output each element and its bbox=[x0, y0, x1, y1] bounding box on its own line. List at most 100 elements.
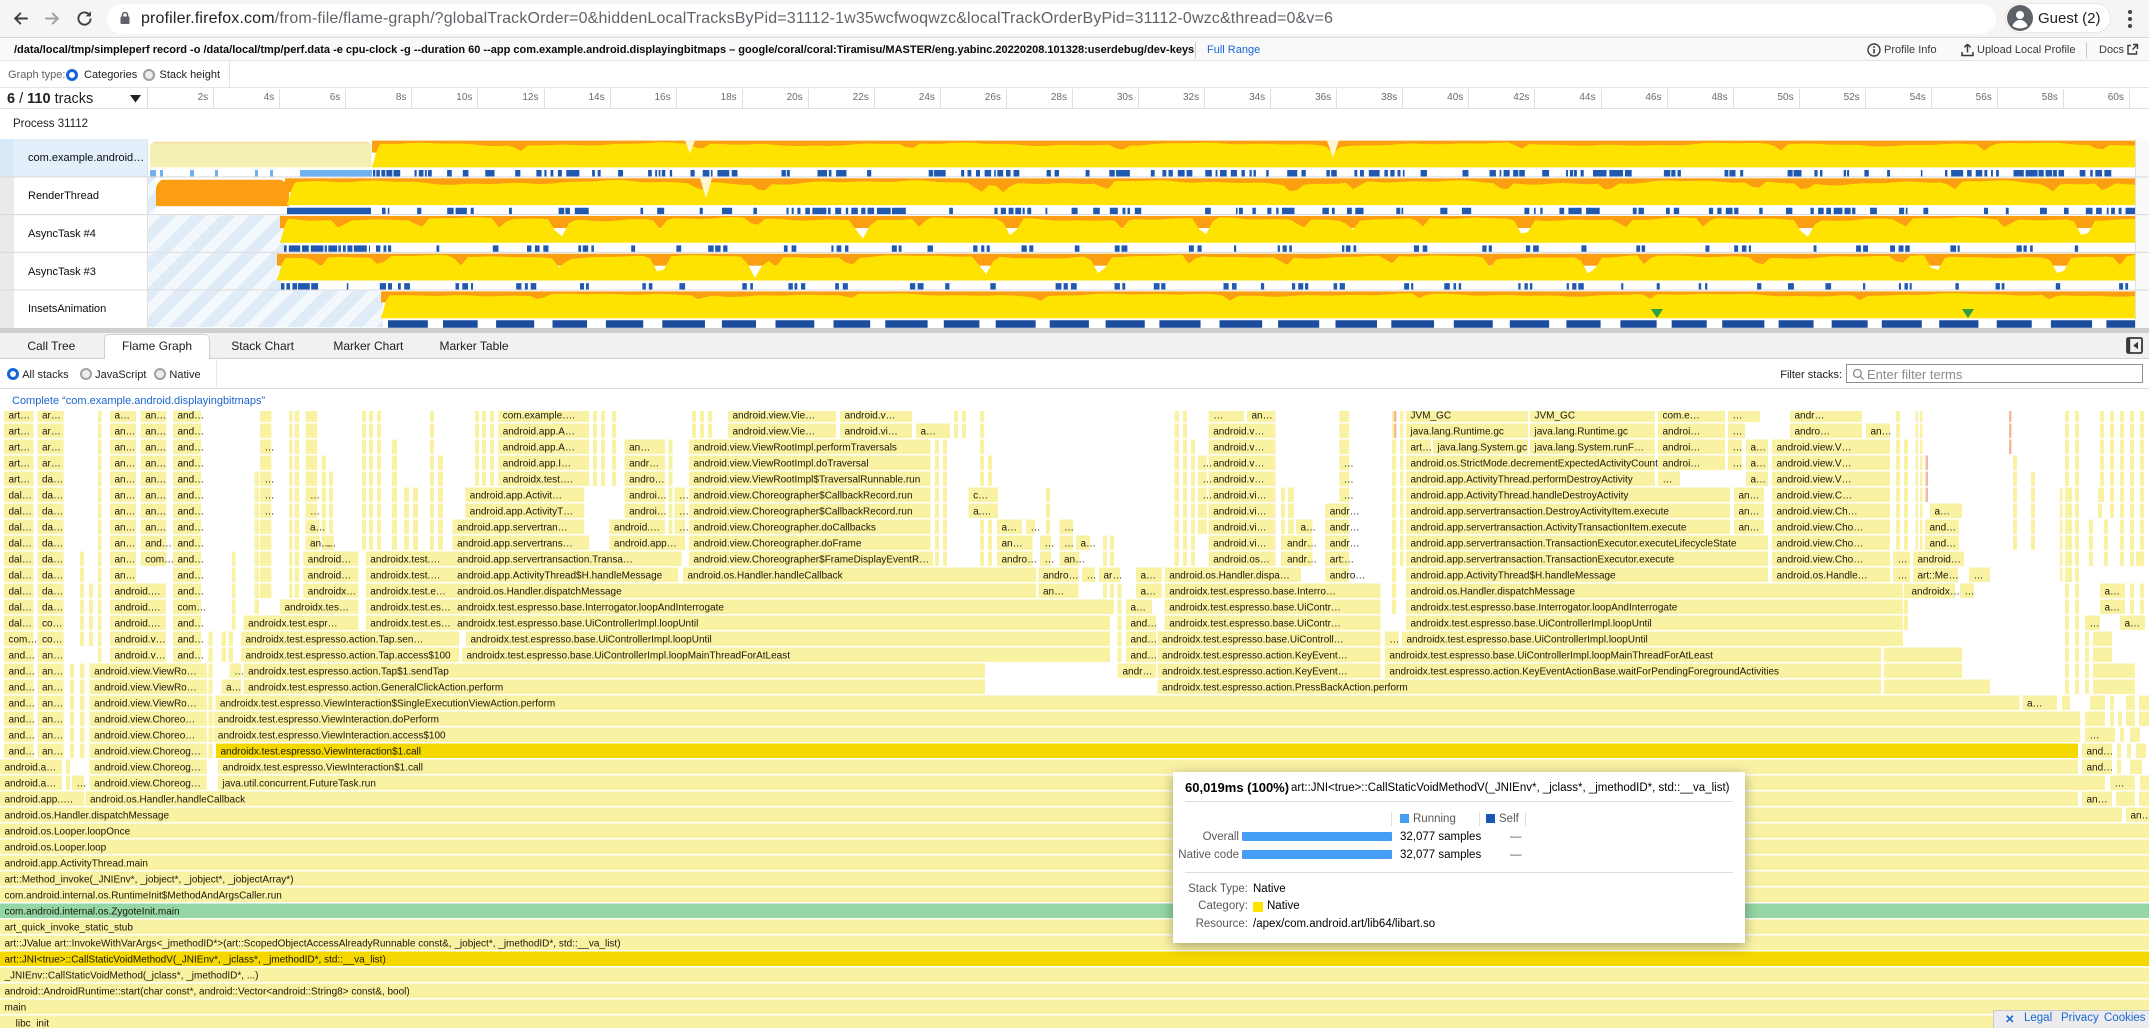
svg-text:a…: a… bbox=[310, 522, 326, 533]
svg-text:and…: and… bbox=[2087, 762, 2114, 773]
svg-text:a…: a… bbox=[1131, 602, 1147, 613]
svg-text:…: … bbox=[1203, 490, 1213, 501]
svg-text:androidx.test….: androidx.test…. bbox=[503, 474, 573, 485]
svg-text:android.view.V…: android.view.V… bbox=[1777, 474, 1852, 485]
svg-text:android.app.servertransaction.: android.app.servertransaction.ActivityTr… bbox=[1411, 522, 1687, 533]
svg-text:androidx.test.espresso.base.Ui: androidx.test.espresso.base.UiController… bbox=[1407, 634, 1648, 645]
svg-text:…: … bbox=[2090, 618, 2100, 629]
svg-text:a…: a… bbox=[2105, 602, 2121, 613]
svg-text:android.app…: android.app… bbox=[614, 538, 677, 549]
svg-text:and…: and… bbox=[178, 426, 205, 437]
svg-text:art…: art… bbox=[9, 426, 31, 437]
svg-text:android.view.Choreog…: android.view.Choreog… bbox=[94, 762, 201, 773]
svg-text:…: … bbox=[1213, 411, 1223, 422]
svg-text:android.vi…: android.vi… bbox=[1213, 538, 1266, 549]
svg-text:android.app.ActivityThread$H.h: android.app.ActivityThread$H.handleMessa… bbox=[457, 570, 663, 581]
svg-text:androidx.test.espresso.base.Ui: androidx.test.espresso.base.UiController… bbox=[1389, 650, 1713, 661]
svg-text:an…: an… bbox=[1252, 411, 1273, 422]
svg-text:and…: and… bbox=[2087, 746, 2114, 757]
svg-text:android.view.C…: android.view.C… bbox=[1777, 490, 1853, 501]
svg-text:art_quick_invoke_static_stub: art_quick_invoke_static_stub bbox=[5, 922, 134, 933]
svg-text:android.vi…: android.vi… bbox=[1213, 522, 1266, 533]
svg-text:…: … bbox=[265, 506, 275, 517]
svg-text:…: … bbox=[1733, 426, 1743, 437]
svg-text:an…: an… bbox=[145, 474, 166, 485]
svg-text:…: … bbox=[265, 490, 275, 501]
svg-text:androidx.test.espresso.base.Ui: androidx.test.espresso.base.UiControll… bbox=[1162, 634, 1344, 645]
svg-text:co…: co… bbox=[42, 634, 63, 645]
svg-text:and…: and… bbox=[9, 650, 36, 661]
svg-text:androi…: androi… bbox=[629, 506, 667, 517]
svg-text:com.android.internal.os.Zygote: com.android.internal.os.ZygoteInit.main bbox=[5, 906, 180, 917]
svg-text:androidx.test.espresso.action.: androidx.test.espresso.action.Tap$1.send… bbox=[248, 666, 449, 677]
svg-text:android.v…: android.v… bbox=[1213, 442, 1264, 453]
svg-text:dal…: dal… bbox=[9, 554, 32, 565]
svg-text:dal…: dal… bbox=[9, 490, 32, 501]
svg-text:android.app.ActivityThread$H.h: android.app.ActivityThread$H.handleMessa… bbox=[1411, 570, 1617, 581]
svg-text:android.app.I…: android.app.I… bbox=[503, 458, 571, 469]
svg-text:an…: an… bbox=[42, 650, 63, 661]
svg-text:androidx.test.…: androidx.test.… bbox=[370, 554, 440, 565]
svg-text:andr…: andr… bbox=[1123, 666, 1153, 677]
svg-text:an…: an… bbox=[629, 442, 650, 453]
svg-text:a…: a… bbox=[921, 426, 937, 437]
svg-text:an…: an… bbox=[1002, 538, 1023, 549]
svg-text:androidx.test.espresso.ViewInt: androidx.test.espresso.ViewInteraction$S… bbox=[220, 698, 555, 709]
svg-text:co…: co… bbox=[42, 618, 63, 629]
svg-text:andro…: andro… bbox=[1330, 570, 1366, 581]
svg-text:an…: an… bbox=[1739, 506, 1760, 517]
svg-text:android.view.ViewRo…: android.view.ViewRo… bbox=[94, 682, 197, 693]
svg-text:java.lang.Runtime.gc: java.lang.Runtime.gc bbox=[1410, 426, 1504, 437]
svg-text:c…: c… bbox=[973, 490, 988, 501]
svg-text:androi…: androi… bbox=[1663, 442, 1701, 453]
svg-text:android.v…: android.v… bbox=[1213, 458, 1264, 469]
svg-text:and…: and… bbox=[1930, 538, 1957, 549]
svg-text:…: … bbox=[1733, 458, 1743, 469]
svg-text:android.os.Handler.dispa…: android.os.Handler.dispa… bbox=[1169, 570, 1290, 581]
svg-text:a…: a… bbox=[1141, 586, 1157, 597]
svg-text:an…: an… bbox=[1871, 426, 1892, 437]
svg-text:android.…: android.… bbox=[115, 586, 161, 597]
svg-text:a…: a… bbox=[1935, 506, 1951, 517]
svg-text:a…: a… bbox=[2105, 586, 2121, 597]
svg-text:and…: and… bbox=[9, 714, 36, 725]
svg-text:an…: an… bbox=[115, 522, 136, 533]
svg-text:…: … bbox=[1045, 538, 1055, 549]
svg-text:com…: com… bbox=[9, 634, 38, 645]
svg-text:android.app.servertransaction.: android.app.servertransaction.Transa… bbox=[457, 554, 633, 565]
svg-text:androi…: androi… bbox=[629, 490, 667, 501]
svg-text:android.view.Choreographer$Cal: android.view.Choreographer$CallbackRecor… bbox=[694, 506, 913, 517]
svg-text:an…: an… bbox=[115, 458, 136, 469]
svg-text:…: … bbox=[1064, 538, 1074, 549]
svg-text:da…: da… bbox=[42, 554, 63, 565]
svg-text:…: … bbox=[1663, 474, 1673, 485]
svg-text:androidx.test.espresso.action.: androidx.test.espresso.action.KeyEvent… bbox=[1162, 666, 1348, 677]
svg-text:android.view.Choreographer$Fra: android.view.Choreographer$FrameDisplayE… bbox=[694, 554, 930, 565]
svg-text:an…: an… bbox=[1739, 490, 1760, 501]
svg-text:…: … bbox=[265, 442, 275, 453]
svg-text:…: … bbox=[1898, 570, 1908, 581]
svg-text:art…: art… bbox=[9, 458, 31, 469]
svg-text:an…: an… bbox=[2131, 810, 2149, 821]
svg-text:andro…: andro… bbox=[1002, 554, 1038, 565]
svg-text:android.view.ViewRootImpl.doTr: android.view.ViewRootImpl.doTraversal bbox=[694, 458, 869, 469]
svg-text:android.vi…: android.vi… bbox=[845, 426, 898, 437]
svg-text:an…: an… bbox=[115, 426, 136, 437]
svg-text:andr…: andr… bbox=[1795, 411, 1825, 422]
svg-text:…: … bbox=[234, 666, 244, 677]
svg-text:android.os.Looper.loopOnce: android.os.Looper.loopOnce bbox=[5, 826, 131, 837]
svg-text:…: … bbox=[679, 522, 689, 533]
svg-text:art…: art… bbox=[9, 411, 31, 422]
svg-text:and…: and… bbox=[178, 634, 205, 645]
svg-text:android.app.ActivityThread.han: android.app.ActivityThread.handleDestroy… bbox=[1411, 490, 1629, 501]
svg-text:android.view.Choreog…: android.view.Choreog… bbox=[94, 746, 201, 757]
svg-text:android.os.Handler.handleCallb: android.os.Handler.handleCallback bbox=[90, 794, 246, 805]
svg-text:…: … bbox=[310, 506, 320, 517]
svg-text:android.view.Choreographer.doC: android.view.Choreographer.doCallbacks bbox=[694, 522, 876, 533]
svg-text:android.view.V…: android.view.V… bbox=[1777, 442, 1852, 453]
svg-text:com.android.internal.os.Runtim: com.android.internal.os.RuntimeInit$Meth… bbox=[5, 890, 282, 901]
svg-text:ar…: ar… bbox=[42, 426, 61, 437]
svg-text:an…: an… bbox=[42, 730, 63, 741]
svg-text:android.app.ActivityThread.per: android.app.ActivityThread.performDestro… bbox=[1411, 474, 1633, 485]
svg-text:android.view.ViewRootImpl.perf: android.view.ViewRootImpl.performTravers… bbox=[694, 442, 897, 453]
